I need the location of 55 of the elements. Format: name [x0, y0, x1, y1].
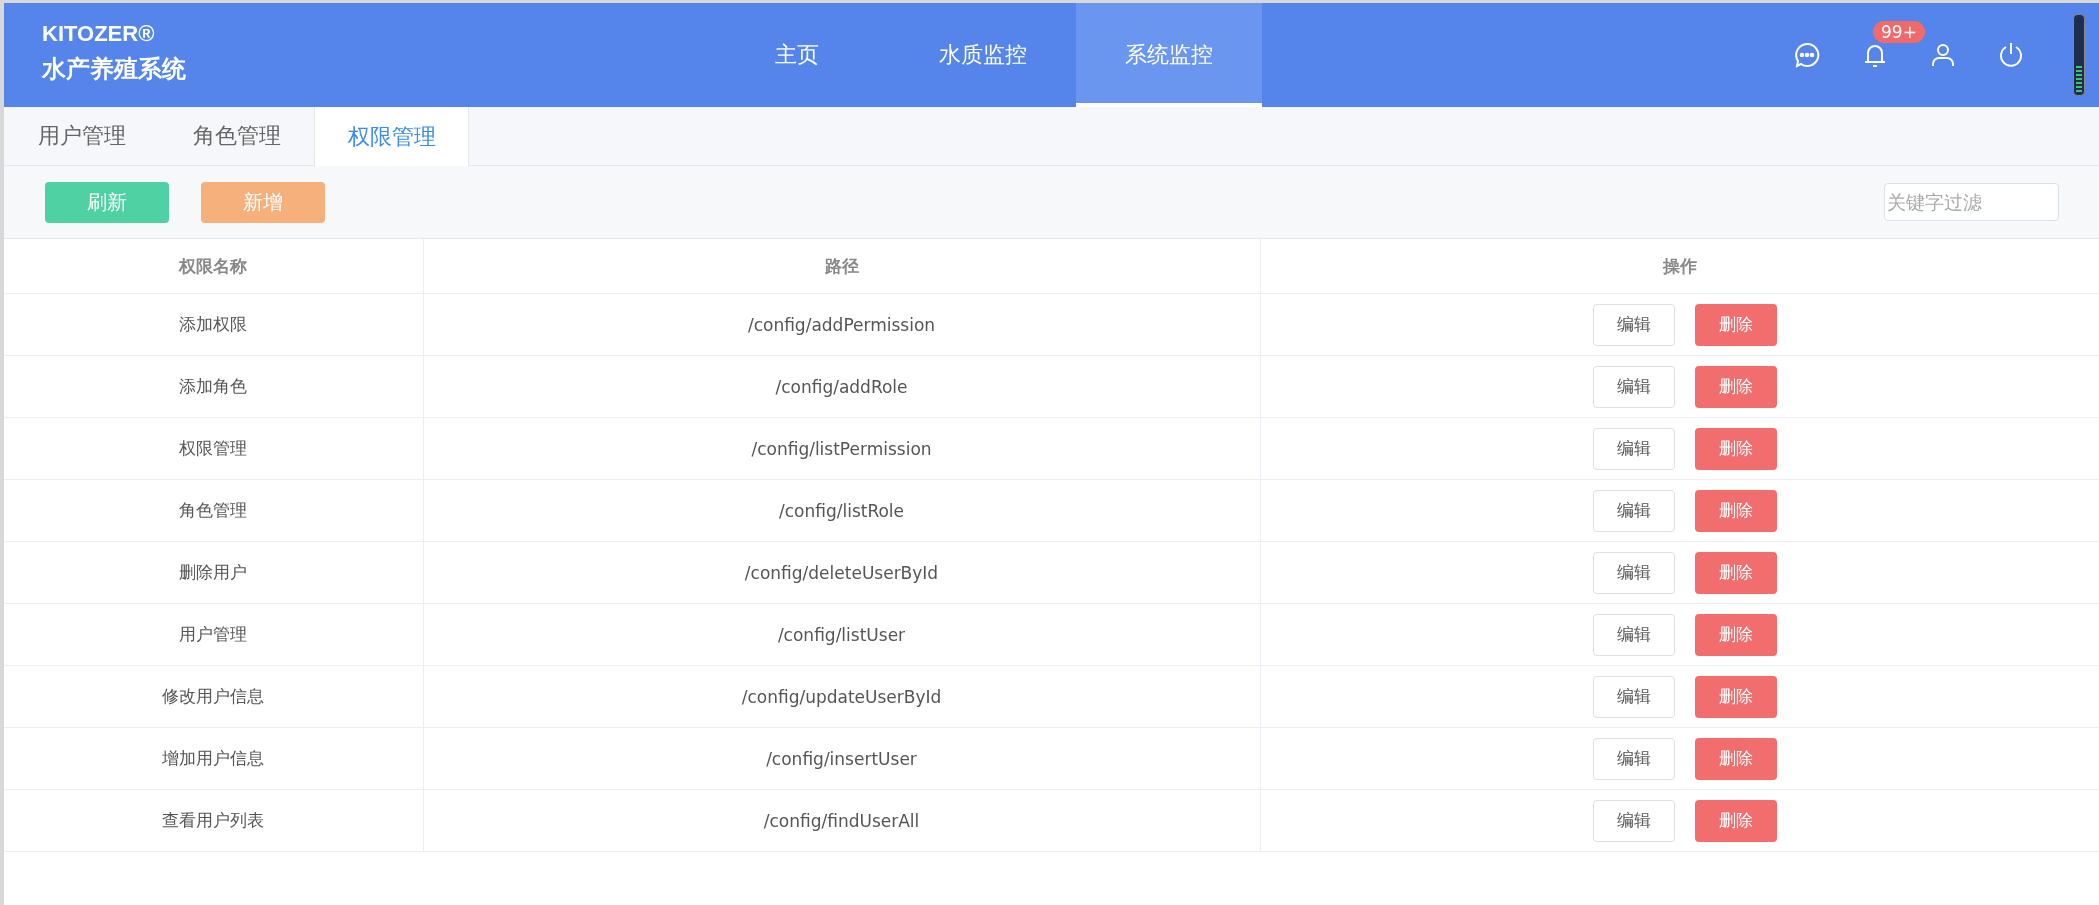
table-cell: 角色管理: [4, 479, 423, 542]
table-cell: /config/deleteUserById: [423, 541, 1260, 604]
delete-button[interactable]: 删除: [1694, 675, 1777, 718]
edit-button[interactable]: 编辑: [1592, 799, 1675, 842]
table-cell: 查看用户列表: [4, 789, 423, 852]
edit-button[interactable]: 编辑: [1592, 489, 1675, 532]
delete-button[interactable]: 删除: [1694, 427, 1777, 470]
column-header: 操作: [1260, 239, 2099, 294]
chat-icon[interactable]: [1793, 41, 1821, 69]
filter-field[interactable]: 关键字过滤: [1884, 183, 2059, 221]
edit-button[interactable]: 编辑: [1592, 737, 1675, 780]
edit-button[interactable]: 编辑: [1592, 551, 1675, 594]
power-icon[interactable]: [1997, 41, 2025, 69]
user-icon[interactable]: [1929, 41, 1957, 69]
table-cell: 删除用户: [4, 541, 423, 604]
edit-button[interactable]: 编辑: [1592, 427, 1675, 470]
delete-button[interactable]: 删除: [1694, 737, 1777, 780]
delete-button[interactable]: 删除: [1694, 613, 1777, 656]
edit-button[interactable]: 编辑: [1592, 675, 1675, 718]
notification-badge: 99+: [1873, 21, 1925, 43]
system-title: 水产养殖系统: [42, 54, 186, 85]
column-header: 权限名称: [4, 239, 423, 294]
table-cell: 添加角色: [4, 355, 423, 418]
nav-tab[interactable]: 水质监控: [890, 3, 1076, 107]
column-header: 路径: [423, 239, 1260, 294]
add-button[interactable]: 新增: [201, 181, 325, 223]
table-cell: /config/findUserAll: [423, 789, 1260, 852]
sub-tab[interactable]: 权限管理: [314, 107, 469, 166]
table-cell: /config/listRole: [423, 479, 1260, 542]
table-cell: /config/listPermission: [423, 417, 1260, 480]
delete-button[interactable]: 删除: [1694, 551, 1777, 594]
nav-tab[interactable]: 主页: [704, 3, 890, 107]
edit-button[interactable]: 编辑: [1592, 303, 1675, 346]
table-cell: 权限管理: [4, 417, 423, 480]
sub-tab[interactable]: 用户管理: [4, 107, 159, 165]
delete-button[interactable]: 删除: [1694, 303, 1777, 346]
meter-icon: [2073, 14, 2085, 96]
edit-button[interactable]: 编辑: [1592, 613, 1675, 656]
brand-name: KITOZER®: [42, 21, 155, 47]
table-cell: /config/updateUserById: [423, 665, 1260, 728]
delete-button[interactable]: 删除: [1694, 799, 1777, 842]
table-cell: 增加用户信息: [4, 727, 423, 790]
table-cell: /config/insertUser: [423, 727, 1260, 790]
delete-button[interactable]: 删除: [1694, 365, 1777, 408]
table-cell: 添加权限: [4, 293, 423, 356]
table-cell: /config/addRole: [423, 355, 1260, 418]
table-cell: 用户管理: [4, 603, 423, 666]
refresh-button[interactable]: 刷新: [45, 181, 169, 223]
table-cell: /config/listUser: [423, 603, 1260, 666]
table-cell: 修改用户信息: [4, 665, 423, 728]
delete-button[interactable]: 删除: [1694, 489, 1777, 532]
edit-button[interactable]: 编辑: [1592, 365, 1675, 408]
nav-tab[interactable]: 系统监控: [1076, 3, 1262, 107]
sub-tab[interactable]: 角色管理: [159, 107, 314, 165]
table-cell: /config/addPermission: [423, 293, 1260, 356]
